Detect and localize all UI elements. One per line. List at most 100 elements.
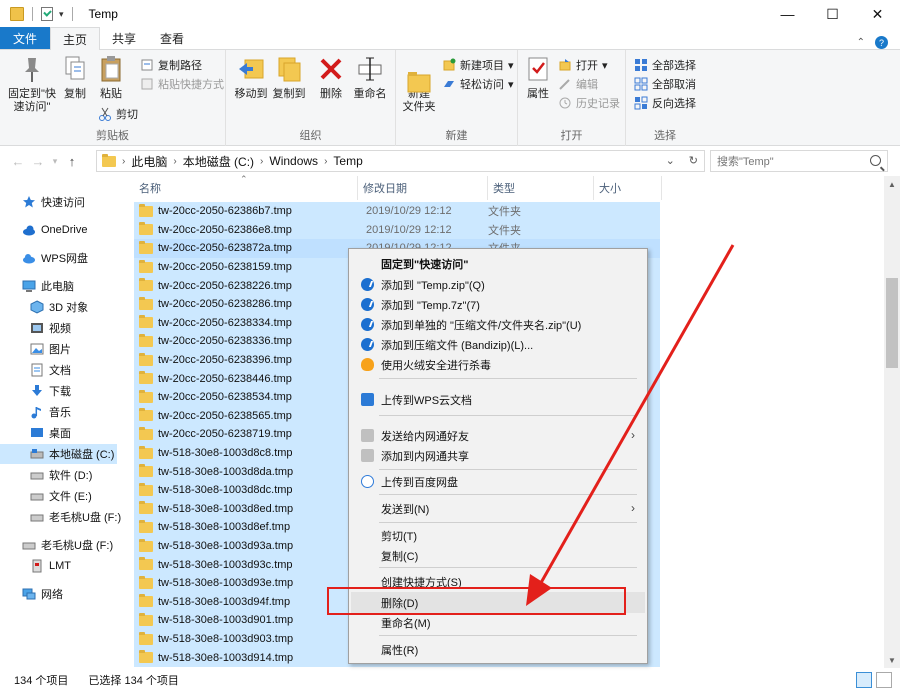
- address-input[interactable]: › 此电脑 › 本地磁盘 (C:) › Windows › Temp ⌄ ↻: [96, 150, 705, 172]
- file-name-cell: tw-20cc-2050-6238446.tmp: [134, 371, 358, 385]
- invert-selection-button[interactable]: 反向选择: [634, 94, 696, 112]
- open-button[interactable]: 打开 ▾: [558, 56, 608, 74]
- nav-music[interactable]: 音乐: [0, 402, 128, 422]
- nav-drive-f[interactable]: 老毛桃U盘 (F:): [0, 507, 128, 527]
- nav-pictures[interactable]: 图片: [0, 339, 128, 359]
- cut-button[interactable]: 剪切: [98, 105, 138, 123]
- scroll-thumb[interactable]: [886, 278, 898, 368]
- edit-button[interactable]: 编辑: [558, 75, 598, 93]
- column-type[interactable]: 类型: [488, 176, 594, 200]
- menu-item-add-to-zip[interactable]: 添加到 "Temp.zip"(Q): [351, 274, 645, 295]
- nav-this-pc[interactable]: 此电脑: [0, 276, 128, 296]
- paste-button[interactable]: 粘贴: [96, 54, 126, 101]
- select-none-button[interactable]: 全部取消: [634, 75, 696, 93]
- file-name: tw-518-30e8-1003d901.tmp: [158, 614, 294, 627]
- file-name: tw-518-30e8-1003d8c8.tmp: [158, 447, 293, 460]
- help-icon[interactable]: ?: [875, 36, 888, 49]
- up-arrow-icon[interactable]: ↑: [62, 154, 82, 169]
- table-row[interactable]: tw-20cc-2050-62386b7.tmp 2019/10/29 12:12…: [134, 202, 660, 221]
- nav-videos[interactable]: 视频: [0, 318, 128, 338]
- menu-item-rename[interactable]: 重命名(M): [351, 612, 645, 633]
- paste-shortcut-button[interactable]: 粘贴快捷方式: [140, 75, 224, 93]
- folder-icon: [139, 519, 153, 533]
- menu-item-pin-quick-access[interactable]: 固定到"快速访问": [351, 253, 645, 274]
- nav-onedrive[interactable]: OneDrive: [0, 220, 128, 240]
- search-input[interactable]: 搜索"Temp": [710, 150, 888, 172]
- chevron-down-icon[interactable]: ⌄: [666, 154, 675, 167]
- breadcrumb-temp[interactable]: Temp: [329, 154, 366, 168]
- select-none-label: 全部取消: [652, 79, 696, 91]
- copy-to-button[interactable]: 复制到: [272, 54, 306, 101]
- menu-item-huorong-scan[interactable]: 使用火绒安全进行杀毒: [351, 354, 645, 375]
- nav-network[interactable]: 网络: [0, 584, 128, 604]
- nav-drive-d[interactable]: 软件 (D:): [0, 465, 128, 485]
- menu-item-properties[interactable]: 属性(R): [351, 639, 645, 660]
- file-name: tw-20cc-2050-6238446.tmp: [158, 372, 292, 385]
- nav-wps-drive[interactable]: WPS网盘: [0, 248, 128, 268]
- menu-item-send-to[interactable]: 发送到(N) ›: [351, 498, 645, 519]
- menu-item-cut[interactable]: 剪切(T): [351, 525, 645, 546]
- move-to-button[interactable]: 移动到: [234, 54, 268, 101]
- delete-button[interactable]: 删除: [318, 54, 344, 101]
- chevron-right-icon[interactable]: ›: [322, 156, 329, 167]
- nav-drive-c[interactable]: 本地磁盘 (C:): [0, 444, 117, 464]
- menu-item-copy[interactable]: 复制(C): [351, 545, 645, 566]
- scroll-up-icon[interactable]: ▲: [884, 176, 900, 192]
- easy-access-button[interactable]: 轻松访问 ▾: [442, 75, 514, 93]
- copy-button[interactable]: 复制: [60, 54, 90, 101]
- tab-file[interactable]: 文件: [0, 27, 50, 49]
- refresh-icon[interactable]: ↻: [689, 154, 698, 167]
- breadcrumb-windows[interactable]: Windows: [265, 154, 322, 168]
- menu-item-add-separate-zip[interactable]: 添加到单独的 "压缩文件/文件夹名.zip"(U): [351, 314, 645, 335]
- menu-item-add-to-archive[interactable]: 添加到压缩文件 (Bandizip)(L)...: [351, 334, 645, 355]
- menu-item-send-to-lan-friend[interactable]: 发送给内网通好友 ›: [351, 425, 645, 446]
- vertical-scrollbar[interactable]: ▲ ▼: [884, 176, 900, 668]
- maximize-button[interactable]: ☐: [810, 0, 855, 28]
- nav-lmt[interactable]: LMT: [0, 556, 128, 576]
- tab-share[interactable]: 共享: [100, 27, 148, 49]
- item-count: 134 个项目: [14, 675, 69, 687]
- pin-quick-access-button[interactable]: 固定到"快速访问": [6, 54, 58, 114]
- breadcrumb-local-disk[interactable]: 本地磁盘 (C:): [179, 153, 258, 170]
- table-row[interactable]: tw-20cc-2050-62386e8.tmp 2019/10/29 12:12…: [134, 220, 660, 240]
- tab-view[interactable]: 查看: [148, 27, 196, 49]
- chevron-right-icon[interactable]: ›: [120, 156, 127, 167]
- select-all-button[interactable]: 全部选择: [634, 56, 696, 74]
- forward-arrow-icon[interactable]: →: [28, 154, 48, 169]
- nav-documents[interactable]: 文档: [0, 360, 128, 380]
- properties-quick-icon[interactable]: [41, 7, 53, 21]
- minimize-button[interactable]: —: [765, 0, 810, 28]
- fire-icon: [361, 358, 374, 371]
- new-folder-button[interactable]: 新建 文件夹: [400, 54, 438, 114]
- nav-desktop[interactable]: 桌面: [0, 423, 128, 443]
- recent-locations-icon[interactable]: ▾: [48, 156, 62, 167]
- menu-item-upload-baidu[interactable]: 上传到百度网盘: [351, 471, 645, 492]
- history-button[interactable]: 历史记录: [558, 94, 620, 112]
- breadcrumb-this-pc[interactable]: 此电脑: [127, 153, 171, 170]
- nav-usb-f[interactable]: 老毛桃U盘 (F:): [0, 535, 128, 555]
- tab-home[interactable]: 主页: [50, 27, 101, 50]
- menu-item-add-to-7z[interactable]: 添加到 "Temp.7z"(7): [351, 294, 645, 315]
- menu-item-upload-wps[interactable]: 上传到WPS云文档: [351, 389, 645, 410]
- scroll-down-icon[interactable]: ▼: [884, 652, 900, 668]
- column-date[interactable]: 修改日期: [358, 176, 488, 200]
- back-arrow-icon[interactable]: ←: [8, 154, 28, 169]
- chevron-right-icon[interactable]: ›: [258, 156, 265, 167]
- large-icons-view-icon[interactable]: [876, 672, 892, 688]
- details-view-icon[interactable]: [856, 672, 872, 688]
- menu-item-add-lan-share[interactable]: 添加到内网通共享: [351, 445, 645, 466]
- column-size[interactable]: 大小: [594, 176, 662, 200]
- nav-downloads[interactable]: 下载: [0, 381, 128, 401]
- copy-path-button[interactable]: 复制路径: [140, 56, 202, 74]
- quick-access-toolbar-dropdown-icon[interactable]: ▾: [59, 9, 64, 20]
- nav-quick-access[interactable]: 快速访问: [0, 192, 128, 212]
- close-button[interactable]: ✕: [855, 0, 900, 28]
- new-item-button[interactable]: 新建项目 ▾: [442, 56, 514, 74]
- rename-button[interactable]: 重命名: [352, 54, 388, 101]
- nav-drive-e[interactable]: 文件 (E:): [0, 486, 128, 506]
- search-icon[interactable]: [870, 155, 881, 166]
- properties-button[interactable]: 属性: [524, 54, 552, 101]
- collapse-ribbon-icon[interactable]: ⌃: [857, 37, 865, 48]
- chevron-right-icon[interactable]: ›: [171, 156, 178, 167]
- nav-3d-objects[interactable]: 3D 对象: [0, 297, 128, 317]
